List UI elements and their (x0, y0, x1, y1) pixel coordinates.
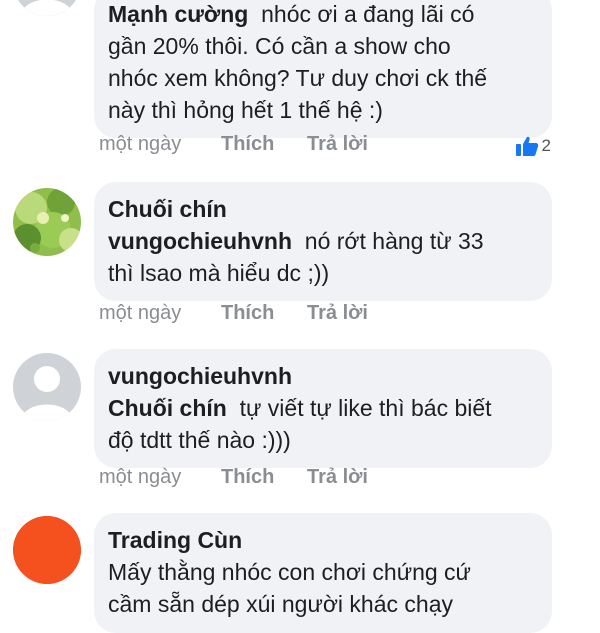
avatar[interactable] (13, 516, 81, 584)
reaction-count[interactable]: 2 (515, 135, 551, 157)
orange-circle-avatar (13, 516, 81, 584)
comment-text: độ tdtt thế nào :))) (108, 427, 291, 453)
like-button[interactable]: Thích (221, 466, 307, 489)
comment-time[interactable]: một ngày (99, 302, 221, 325)
comment-author[interactable]: Mạnh cường (108, 1, 248, 27)
comment-text-line: nhóc ơi a đang lãi có (261, 1, 475, 27)
default-profile-icon (13, 0, 81, 16)
reply-button[interactable]: Trả lời (307, 133, 368, 156)
comment-author[interactable]: Trading Cùn (108, 524, 538, 556)
reply-button[interactable]: Trả lời (307, 466, 368, 489)
thumbs-up-icon (515, 136, 538, 156)
avatar[interactable] (13, 188, 81, 256)
comment-bubble: vungochieuhvnh Chuối chín tự viết tự lik… (94, 349, 552, 468)
comment-time[interactable]: một ngày (99, 466, 221, 489)
avatar[interactable] (13, 353, 81, 421)
comment-text: thì lsao mà hiểu dc ;)) (108, 260, 330, 286)
reply-button[interactable]: Trả lời (307, 302, 368, 325)
default-profile-icon (13, 353, 81, 421)
avatar[interactable] (13, 0, 81, 16)
comment-text-line: Mấy thằng nhóc con chơi chứng cứ (108, 559, 471, 585)
comment-bubble: Chuối chín vungochieuhvnh nó rớt hàng từ… (94, 182, 552, 301)
foliage-photo-avatar (13, 188, 81, 256)
comment-time[interactable]: một ngày (99, 133, 221, 156)
comment-text-line: nhóc xem không? Tư duy chơi ck thế (108, 65, 488, 91)
comment-text: nó rớt hàng từ 33 (304, 228, 484, 254)
comment-text-line: này thì hỏng hết 1 thế hệ :) (108, 97, 383, 123)
comment-actions: một ngày Thích Trả lời (99, 464, 368, 490)
comment-author[interactable]: Chuối chín (108, 193, 538, 225)
comment-actions: một ngày Thích Trả lời (99, 300, 368, 326)
comment-actions: một ngày Thích Trả lời (99, 131, 368, 157)
comment-bubble: Mạnh cường nhóc ơi a đang lãi có gần 20%… (94, 0, 552, 138)
reaction-count-value: 2 (541, 136, 551, 155)
comment-text-line: cầm sẵn dép xúi người khác chạy (108, 591, 453, 617)
comment-author[interactable]: vungochieuhvnh (108, 360, 538, 392)
like-button[interactable]: Thích (221, 302, 307, 325)
like-button[interactable]: Thích (221, 133, 307, 156)
mention-tag[interactable]: Chuối chín (108, 395, 227, 421)
comment-text-line: gần 20% thôi. Có cần a show cho (108, 33, 451, 59)
comment-text: tự viết tự like thì bác biết (239, 395, 492, 421)
comment-bubble: Trading Cùn Mấy thằng nhóc con chơi chứn… (94, 513, 552, 633)
mention-tag[interactable]: vungochieuhvnh (108, 228, 292, 254)
